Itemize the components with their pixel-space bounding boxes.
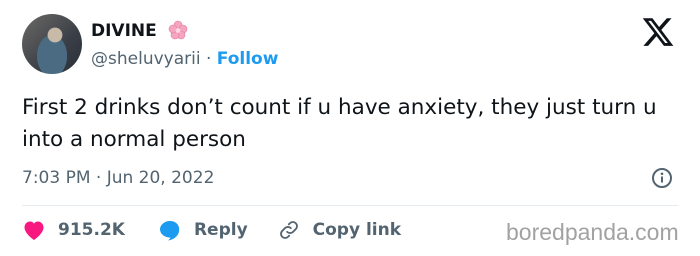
divider (22, 205, 678, 206)
copy-link-button[interactable]: Copy link (277, 219, 401, 241)
reply-button[interactable]: Reply (158, 219, 248, 241)
like-button[interactable]: 915.2K (22, 219, 125, 241)
reply-label: Reply (193, 220, 248, 240)
avatar[interactable] (22, 14, 82, 74)
cherry-blossom-icon (168, 20, 188, 40)
separator: · (205, 49, 212, 69)
x-logo-icon[interactable] (640, 15, 676, 49)
speech-bubble-icon (159, 221, 180, 241)
tweet-text: First 2 drinks don’t count if u have anx… (22, 95, 657, 152)
link-icon (279, 221, 298, 239)
copy-link-label: Copy link (312, 220, 402, 240)
follow-button[interactable]: Follow (217, 49, 279, 69)
heart-icon (24, 221, 44, 240)
display-name[interactable]: DIVINE (91, 20, 157, 42)
timestamp[interactable]: 7:03 PM · Jun 20, 2022 (22, 167, 214, 189)
like-count: 915.2K (58, 220, 125, 240)
watermark: boredpanda.com (506, 219, 679, 245)
action-bar: 915.2K Reply Copy link (22, 216, 401, 244)
info-icon[interactable] (651, 167, 673, 189)
handle[interactable]: @sheluvyarii (91, 49, 201, 69)
handle-row: @sheluvyarii · Follow (91, 48, 278, 70)
